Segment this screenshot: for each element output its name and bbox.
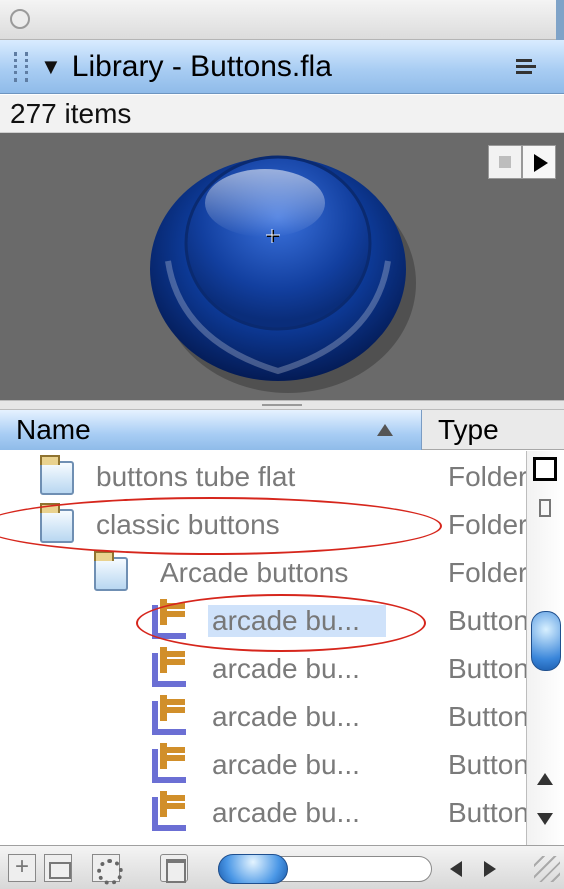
library-list: buttons tube flat Folder classic buttons… (0, 451, 526, 845)
list-item[interactable]: Arcade buttons Folder (0, 549, 526, 597)
column-toggle-icon[interactable] (533, 457, 557, 481)
scroll-down-icon[interactable] (537, 813, 553, 825)
list-menu-icon[interactable] (508, 52, 538, 82)
column-name-header[interactable]: Name (0, 410, 422, 450)
triangle-down-icon[interactable]: ▼ (40, 54, 62, 80)
window-titlebar (0, 0, 564, 40)
scroll-left-icon[interactable] (450, 861, 462, 877)
preview-splitter[interactable] (0, 400, 564, 410)
arcade-button-preview (150, 155, 416, 393)
folder-icon (94, 551, 128, 591)
item-type: Button (448, 653, 526, 684)
item-type: Button (448, 797, 526, 828)
vertical-scrollbar[interactable] (526, 451, 564, 845)
column-name-label: Name (16, 414, 91, 445)
horizontal-scroll-thumb[interactable] (218, 854, 288, 884)
resize-grip-icon[interactable] (534, 856, 560, 882)
item-label: arcade bu... (208, 605, 386, 637)
list-item[interactable]: arcade bu... Button (0, 597, 526, 645)
item-label: arcade bu... (212, 653, 360, 684)
panel-header[interactable]: ▼ Library - Buttons.fla (0, 40, 564, 94)
folder-icon (40, 503, 74, 543)
stop-icon[interactable] (488, 145, 522, 179)
button-symbol-icon (152, 695, 186, 735)
bottom-toolbar (0, 845, 564, 889)
button-symbol-icon (152, 743, 186, 783)
scroll-right-icon[interactable] (484, 861, 496, 877)
item-type: Button (448, 749, 526, 780)
new-folder-icon[interactable] (44, 854, 72, 882)
list-item[interactable]: arcade bu... Button (0, 645, 526, 693)
window-edge (556, 0, 564, 40)
list-item[interactable]: arcade bu... Button (0, 789, 526, 837)
sort-up-icon (377, 424, 393, 436)
item-type: Folder (448, 509, 526, 540)
trash-icon[interactable] (160, 854, 188, 883)
list-item[interactable]: arcade bu... Button (0, 741, 526, 789)
item-label: arcade bu... (212, 701, 360, 732)
list-item[interactable]: classic buttons Folder (0, 501, 526, 549)
folder-icon (40, 455, 74, 495)
item-label: buttons tube flat (96, 461, 296, 492)
play-icon[interactable] (522, 145, 556, 179)
scroll-marker-icon (539, 499, 551, 517)
column-type-header[interactable]: Type (438, 410, 499, 450)
item-label: arcade bu... (212, 749, 360, 780)
item-type: Button (448, 701, 526, 732)
drag-grip-icon[interactable] (14, 51, 28, 82)
new-symbol-icon[interactable] (8, 853, 36, 882)
item-type: Folder (448, 557, 526, 588)
list-item[interactable]: arcade bu... Button (0, 693, 526, 741)
button-symbol-icon (152, 599, 186, 639)
panel-title: Library - Buttons.fla (71, 49, 332, 83)
item-label: classic buttons (96, 509, 280, 540)
button-symbol-icon (152, 791, 186, 831)
column-header: Name Type (0, 410, 564, 450)
button-symbol-icon (152, 647, 186, 687)
scroll-up-icon[interactable] (537, 773, 553, 785)
item-type: Button (448, 605, 526, 636)
item-label: arcade bu... (212, 797, 360, 828)
window-circle-icon[interactable] (10, 9, 30, 29)
scroll-thumb[interactable] (531, 611, 561, 671)
properties-gear-icon[interactable] (92, 854, 123, 885)
list-item[interactable]: buttons tube flat Folder (0, 453, 526, 501)
preview-area (0, 133, 564, 400)
item-label: Arcade buttons (160, 557, 349, 588)
item-type: Folder (448, 461, 526, 492)
